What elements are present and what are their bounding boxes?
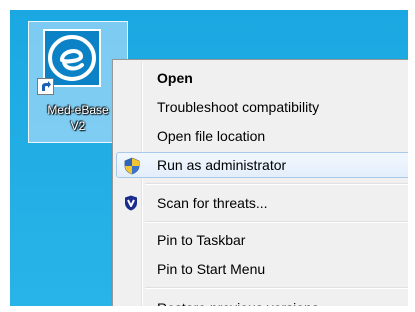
menu-item-scan-for-threats[interactable]: Scan for threats... bbox=[116, 190, 408, 216]
menu-item-pin-to-taskbar[interactable]: Pin to Taskbar bbox=[116, 227, 408, 253]
menu-item-label: Restore previous versions bbox=[157, 295, 319, 306]
menu-item-label: Pin to Start Menu bbox=[157, 261, 266, 277]
menu-item-label: Pin to Taskbar bbox=[157, 232, 246, 248]
antivirus-shield-icon bbox=[122, 194, 140, 212]
desktop-background[interactable]: Med-eBase V2 Open Troubleshoot compatibi… bbox=[10, 10, 408, 306]
shortcut-label: Med-eBase V2 bbox=[47, 103, 109, 133]
menu-item-label: Troubleshoot compatibility bbox=[157, 99, 320, 115]
menu-item-label: Run as administrator bbox=[157, 157, 287, 173]
menu-item-troubleshoot-compatibility[interactable]: Troubleshoot compatibility bbox=[116, 94, 408, 120]
menu-item-run-as-administrator[interactable]: Run as administrator bbox=[116, 152, 408, 178]
menu-separator bbox=[145, 221, 408, 223]
menu-item-label: Open file location bbox=[157, 128, 266, 144]
menu-separator bbox=[145, 287, 408, 289]
menu-item-label: Open bbox=[157, 70, 193, 86]
menu-item-label: Scan for threats... bbox=[157, 195, 268, 211]
menu-item-open[interactable]: Open bbox=[116, 65, 408, 91]
context-menu: Open Troubleshoot compatibility Open fil… bbox=[112, 59, 408, 306]
menu-item-pin-to-start-menu[interactable]: Pin to Start Menu bbox=[116, 256, 408, 282]
menu-separator bbox=[145, 183, 408, 185]
shortcut-arrow-icon bbox=[37, 78, 54, 95]
uac-shield-icon bbox=[123, 157, 141, 175]
menu-item-restore-previous-versions[interactable]: Restore previous versions bbox=[116, 295, 408, 306]
menu-item-open-file-location[interactable]: Open file location bbox=[116, 123, 408, 149]
